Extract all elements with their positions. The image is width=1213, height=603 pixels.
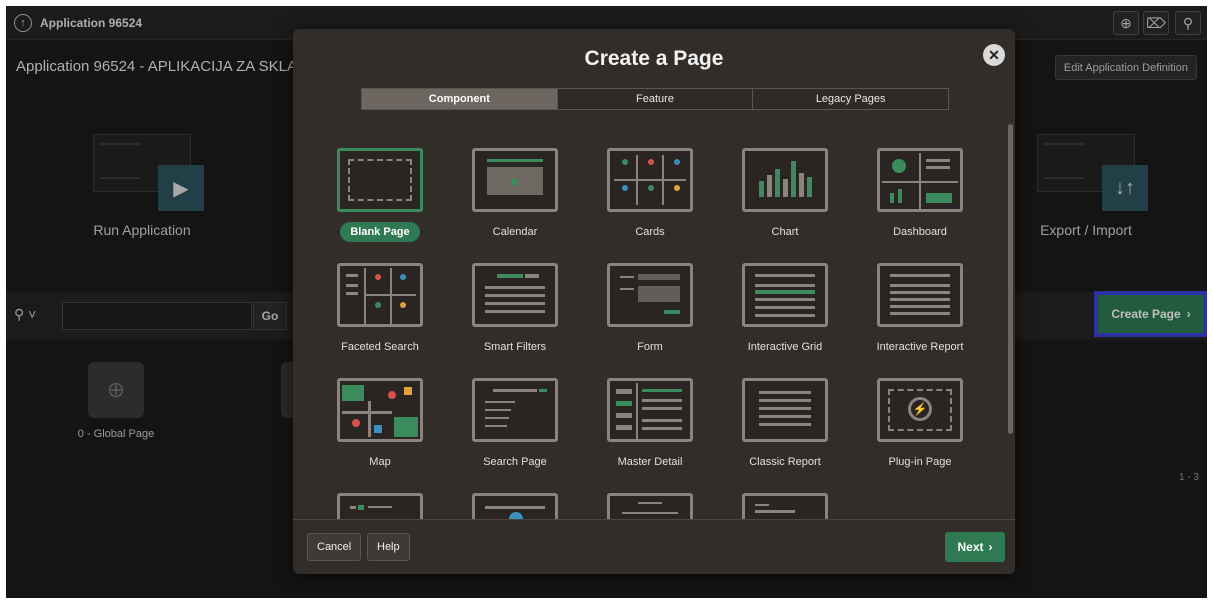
app-window: ↑ Application 96524 ⊕ ⌦ ⚲ Application 96…	[6, 6, 1207, 598]
card-label: Search Page	[483, 456, 547, 468]
smart-filters-icon	[472, 263, 558, 327]
tab-bar: Component Feature Legacy Pages	[361, 88, 949, 110]
close-icon[interactable]: ✕	[983, 44, 1005, 66]
card-cards[interactable]: Cards	[595, 148, 705, 242]
card-label: Form	[637, 341, 663, 353]
page-type-gallery: Blank Page Calendar Cards Chart Dashboar…	[293, 124, 1015, 519]
card-label: Plug-in Page	[888, 456, 952, 468]
card-master-detail[interactable]: Master Detail	[595, 378, 705, 472]
interactive-report-icon	[877, 263, 963, 327]
card-smart-filters[interactable]: Smart Filters	[460, 263, 570, 357]
dialog-footer: Cancel Help Next ›	[293, 519, 1015, 574]
card-label: Chart	[771, 226, 799, 238]
card-label: Faceted Search	[341, 341, 419, 353]
cancel-button[interactable]: Cancel	[307, 533, 362, 561]
card-blank-page[interactable]: Blank Page	[325, 148, 435, 242]
card-label: Dashboard	[893, 226, 947, 238]
classic-report-icon	[742, 378, 828, 442]
card-wizard[interactable]	[460, 493, 570, 519]
gallery-scrollbar[interactable]	[1008, 124, 1013, 434]
dialog-title: Create a Page	[584, 47, 724, 70]
card-label: Interactive Report	[876, 341, 964, 353]
search-page-icon	[472, 378, 558, 442]
master-detail-icon	[607, 378, 693, 442]
card-report-list[interactable]	[730, 493, 840, 519]
card-label: Calendar	[492, 226, 538, 238]
card-label: Map	[369, 456, 391, 468]
card-interactive-report[interactable]: Interactive Report	[865, 263, 975, 357]
card-flow[interactable]	[595, 493, 705, 519]
faceted-search-icon	[337, 263, 423, 327]
tab-legacy-pages[interactable]: Legacy Pages	[753, 89, 949, 109]
card-dashboard[interactable]: Dashboard	[865, 148, 975, 242]
tab-component[interactable]: Component	[362, 89, 558, 109]
card-map[interactable]: Map	[325, 378, 435, 472]
cards-icon	[607, 148, 693, 212]
next-label: Next	[957, 540, 984, 554]
tab-feature[interactable]: Feature	[557, 89, 754, 109]
card-label: Blank Page	[340, 222, 420, 242]
blank-page-icon	[337, 148, 423, 212]
card-plug-in-page[interactable]: ⚡ Plug-in Page	[865, 378, 975, 472]
dashboard-icon	[877, 148, 963, 212]
card-search-page[interactable]: Search Page	[460, 378, 570, 472]
card-label: Classic Report	[749, 456, 821, 468]
card-label: Cards	[635, 226, 665, 238]
card-tree[interactable]	[325, 493, 435, 519]
card-faceted-search[interactable]: Faceted Search	[325, 263, 435, 357]
wizard-icon	[472, 493, 558, 519]
chevron-right-icon: ›	[988, 540, 993, 554]
card-classic-report[interactable]: Classic Report	[730, 378, 840, 472]
report-list-icon	[742, 493, 828, 519]
flow-icon	[607, 493, 693, 519]
form-icon	[607, 263, 693, 327]
card-calendar[interactable]: Calendar	[460, 148, 570, 242]
help-button[interactable]: Help	[367, 533, 410, 561]
card-chart[interactable]: Chart	[730, 148, 840, 242]
interactive-grid-icon	[742, 263, 828, 327]
card-interactive-grid[interactable]: Interactive Grid	[730, 263, 840, 357]
next-button[interactable]: Next ›	[945, 532, 1005, 562]
create-page-dialog: Create a Page ✕ Component Feature Legacy…	[293, 29, 1015, 574]
chart-icon	[742, 148, 828, 212]
plug-in-page-icon: ⚡	[877, 378, 963, 442]
map-icon	[337, 378, 423, 442]
tree-icon	[337, 493, 423, 519]
card-label: Interactive Grid	[747, 341, 823, 353]
card-label: Smart Filters	[483, 341, 547, 353]
card-form[interactable]: Form	[595, 263, 705, 357]
card-label: Master Detail	[617, 456, 683, 468]
calendar-icon	[472, 148, 558, 212]
